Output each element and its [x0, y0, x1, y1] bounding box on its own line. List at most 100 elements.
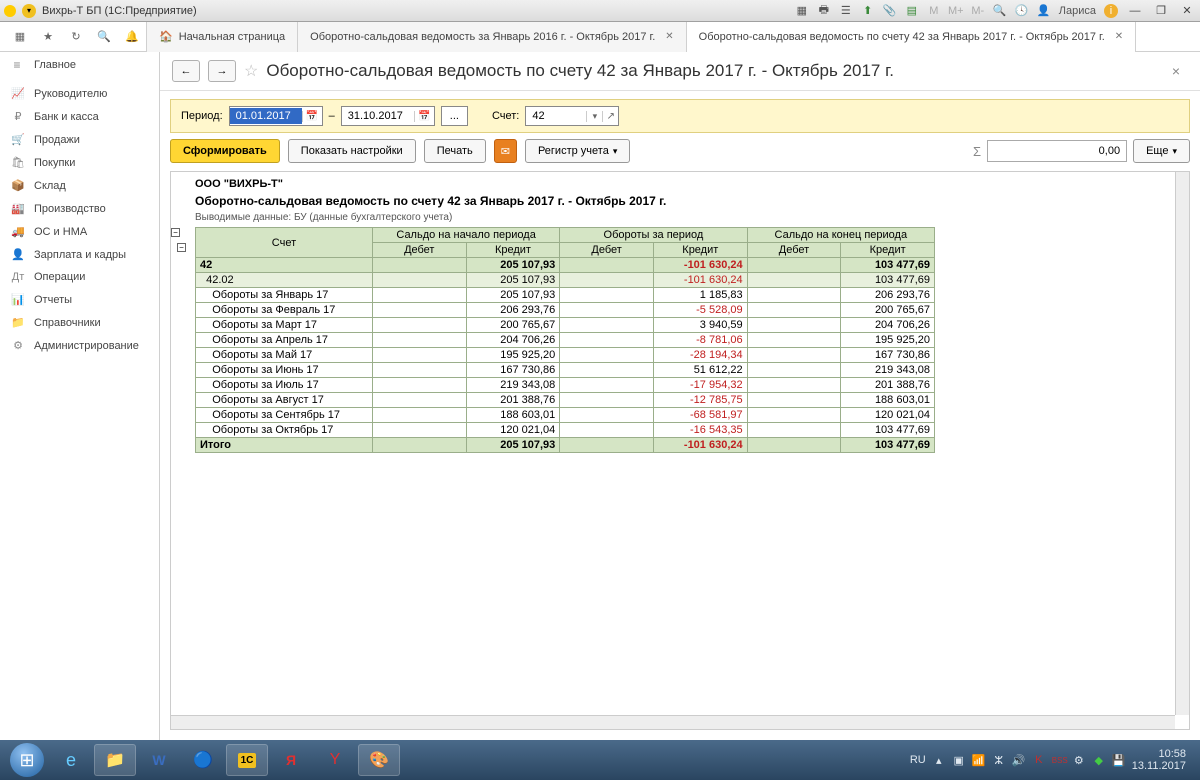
account-input[interactable]	[526, 108, 586, 124]
bell-icon[interactable]: 🔔	[118, 23, 146, 51]
page-close-icon[interactable]: ×	[1164, 63, 1188, 79]
tray-green-icon[interactable]: ◆	[1092, 754, 1106, 767]
date-to-field[interactable]: 📅	[341, 106, 435, 126]
table-row[interactable]: Обороты за Май 17195 925,20-28 194,34167…	[196, 348, 935, 363]
task-word[interactable]: W	[138, 744, 180, 776]
tray-signal-icon[interactable]: 📶	[972, 754, 986, 767]
toolbar-user-icon[interactable]: 👤	[1037, 4, 1051, 18]
tab-close-icon[interactable]: ✕	[1115, 31, 1123, 42]
table-row[interactable]: Итого205 107,93-101 630,24103 477,69	[196, 438, 935, 453]
favorite-icon[interactable]: ★	[34, 23, 62, 51]
sidebar-item[interactable]: 📦Склад	[0, 174, 159, 197]
tab-osv-all[interactable]: Оборотно-сальдовая ведомость за Январь 2…	[298, 22, 687, 52]
nav-forward-button[interactable]: →	[208, 60, 236, 82]
tray-disk-icon[interactable]: 💾	[1112, 754, 1126, 767]
sidebar-header[interactable]: ≡ Главное	[0, 52, 159, 78]
period-select-button[interactable]: ...	[441, 106, 468, 126]
more-button[interactable]: Еще ▾	[1133, 139, 1190, 163]
table-row[interactable]: 42.02205 107,93-101 630,24103 477,69	[196, 273, 935, 288]
print-button[interactable]: Печать	[424, 139, 486, 163]
scrollbar-vertical[interactable]	[1175, 172, 1189, 715]
sum-field[interactable]	[987, 140, 1127, 162]
toolbar-clock-icon[interactable]: 🕓	[1015, 4, 1029, 18]
table-row[interactable]: Обороты за Август 17201 388,76-12 785,75…	[196, 393, 935, 408]
toolbar-m-plus[interactable]: М+	[949, 4, 963, 18]
external-link-icon[interactable]: ↗	[602, 111, 618, 122]
sidebar-item[interactable]: 🚚ОС и НМА	[0, 220, 159, 243]
sidebar-item[interactable]: 📊Отчеты	[0, 288, 159, 311]
window-maximize-icon[interactable]: ❐	[1152, 3, 1170, 19]
task-explorer[interactable]: 📁	[94, 744, 136, 776]
sidebar-item[interactable]: 🛍Покупки	[0, 151, 159, 174]
toolbar-clip-icon[interactable]: 📎	[883, 4, 897, 18]
task-yandex[interactable]: Я	[270, 744, 312, 776]
table-row[interactable]: Обороты за Март 17200 765,673 940,59204 …	[196, 318, 935, 333]
task-y2[interactable]: Y	[314, 744, 356, 776]
toolbar-up-icon[interactable]: ⬆	[861, 4, 875, 18]
table-row[interactable]: Обороты за Январь 17205 107,931 185,8320…	[196, 288, 935, 303]
date-from-input[interactable]	[230, 108, 302, 124]
sidebar-item[interactable]: 🛒Продажи	[0, 128, 159, 151]
table-row[interactable]: Обороты за Апрель 17204 706,26-8 781,061…	[196, 333, 935, 348]
tab-osv-42[interactable]: Оборотно-сальдовая ведомость по счету 42…	[687, 22, 1137, 52]
tray-bt-icon[interactable]: ⵣ	[992, 754, 1006, 767]
start-button[interactable]: ⊞	[6, 742, 48, 778]
tray-db-icon[interactable]: BSS	[1052, 756, 1066, 765]
toolbar-doc-icon[interactable]: ☰	[839, 4, 853, 18]
star-outline-icon[interactable]: ☆	[244, 61, 258, 81]
tray-clock[interactable]: 10:58 13.11.2017	[1132, 748, 1194, 772]
account-field[interactable]: ▾ ↗	[525, 106, 619, 126]
sidebar-item[interactable]: ДтОперации	[0, 266, 159, 288]
form-button[interactable]: Сформировать	[170, 139, 280, 163]
toolbar-m-minus[interactable]: М-	[971, 4, 985, 18]
table-row[interactable]: Обороты за Сентябрь 17188 603,01-68 581,…	[196, 408, 935, 423]
tab-close-icon[interactable]: ✕	[665, 31, 673, 42]
toolbar-info-icon[interactable]: i	[1104, 4, 1118, 18]
collapse-icon[interactable]: −	[177, 243, 186, 252]
tray-flag-icon[interactable]: ▴	[932, 754, 946, 767]
toolbar-grid-icon[interactable]: ▦	[795, 4, 809, 18]
calendar-icon[interactable]: 📅	[302, 111, 322, 122]
window-minimize-icon[interactable]: —	[1126, 3, 1144, 19]
task-ie[interactable]: e	[50, 744, 92, 776]
apps-icon[interactable]: ▦	[6, 23, 34, 51]
toolbar-zoom-icon[interactable]: 🔍	[993, 4, 1007, 18]
tray-lang[interactable]: RU	[910, 754, 926, 766]
search-icon[interactable]: 🔍	[90, 23, 118, 51]
task-chrome[interactable]: 🔵	[182, 744, 224, 776]
table-row[interactable]: Обороты за Февраль 17206 293,76-5 528,09…	[196, 303, 935, 318]
date-from-field[interactable]: 📅	[229, 106, 323, 126]
sidebar-item[interactable]: ⚙Администрирование	[0, 334, 159, 357]
toolbar-print-icon[interactable]: 🖶	[817, 4, 831, 18]
sidebar-item[interactable]: 🏭Производство	[0, 197, 159, 220]
collapse-icon[interactable]: −	[171, 228, 180, 237]
table-row[interactable]: Обороты за Июль 17219 343,08-17 954,3220…	[196, 378, 935, 393]
tray-gear-icon[interactable]: ⚙	[1072, 754, 1086, 767]
show-settings-button[interactable]: Показать настройки	[288, 139, 416, 163]
dropdown-icon[interactable]: ▾	[22, 4, 36, 18]
tray-safe-icon[interactable]: ▣	[952, 754, 966, 767]
table-row[interactable]: Обороты за Июнь 17167 730,8651 612,22219…	[196, 363, 935, 378]
task-1c[interactable]: 1C	[226, 744, 268, 776]
sidebar-item[interactable]: 📈Руководителю	[0, 82, 159, 105]
sidebar-item[interactable]: 👤Зарплата и кадры	[0, 243, 159, 266]
calendar-icon[interactable]: 📅	[414, 111, 434, 122]
chevron-down-icon[interactable]: ▾	[586, 111, 602, 122]
sidebar-item[interactable]: 📁Справочники	[0, 311, 159, 334]
tray-vol-icon[interactable]: 🔊	[1012, 754, 1026, 767]
toolbar-calc-icon[interactable]: ▤	[905, 4, 919, 18]
tab-home[interactable]: 🏠 Начальная страница	[147, 22, 298, 52]
scrollbar-horizontal[interactable]	[171, 715, 1175, 729]
tray-k-icon[interactable]: K	[1032, 754, 1046, 766]
nav-back-button[interactable]: ←	[172, 60, 200, 82]
date-to-input[interactable]	[342, 108, 414, 124]
register-button[interactable]: Регистр учета ▾	[525, 139, 630, 163]
table-row[interactable]: 42205 107,93-101 630,24103 477,69	[196, 258, 935, 273]
window-close-icon[interactable]: ✕	[1178, 3, 1196, 19]
toolbar-m[interactable]: М	[927, 4, 941, 18]
sidebar-item[interactable]: ₽Банк и касса	[0, 105, 159, 128]
table-row[interactable]: Обороты за Октябрь 17120 021,04-16 543,3…	[196, 423, 935, 438]
task-paint[interactable]: 🎨	[358, 744, 400, 776]
history-icon[interactable]: ↻	[62, 23, 90, 51]
email-button[interactable]: ✉	[494, 139, 517, 163]
